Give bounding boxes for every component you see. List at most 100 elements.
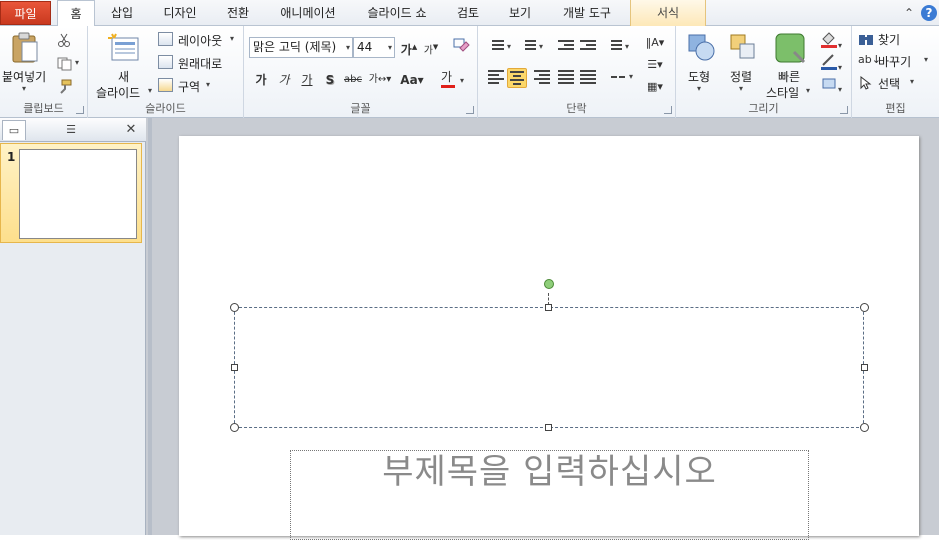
group-clipboard: 붙여넣기 ▾ ▾ 클립보드: [0, 26, 88, 118]
resize-handle-bottom-left[interactable]: [230, 423, 239, 432]
decrease-indent-icon[interactable]: [556, 38, 576, 58]
numbering-icon[interactable]: [518, 38, 538, 58]
shape-effects-icon[interactable]: ▾: [816, 74, 846, 96]
tab-design[interactable]: 디자인: [152, 0, 208, 26]
arrange-button[interactable]: 정렬 ▾: [722, 30, 762, 98]
shape-fill-icon[interactable]: ▾: [816, 30, 846, 52]
tab-insert[interactable]: 삽입: [104, 0, 140, 26]
layout-icon: [158, 32, 173, 46]
bullets-icon[interactable]: [486, 38, 506, 58]
distributed-icon[interactable]: [578, 68, 598, 88]
align-right-icon[interactable]: [532, 68, 552, 88]
quick-styles-button[interactable]: 빠른 스타일 ▾: [764, 30, 816, 100]
resize-handle-bottom[interactable]: [545, 424, 552, 431]
strikethrough-icon[interactable]: abc: [342, 69, 364, 91]
new-slide-button[interactable]: 새 슬라이드 ▾: [92, 30, 152, 100]
slides-pane-header: ▭ ☰ ✕: [0, 118, 146, 142]
paragraph-launcher-icon[interactable]: [664, 106, 672, 114]
italic-icon[interactable]: 가: [273, 69, 295, 91]
resize-handle-top[interactable]: [545, 304, 552, 311]
help-icon[interactable]: ?: [921, 5, 937, 21]
line-spacing-dropdown-icon[interactable]: ▾: [625, 42, 629, 51]
clear-formatting-icon[interactable]: [450, 36, 472, 58]
tab-review[interactable]: 검토: [448, 0, 488, 26]
bold-icon[interactable]: 가: [250, 69, 272, 91]
shapes-dropdown-icon: ▾: [697, 84, 702, 93]
bullets-dropdown-icon[interactable]: ▾: [507, 42, 511, 51]
font-color-icon[interactable]: 가 ▾: [438, 69, 468, 91]
replace-label: 바꾸기: [878, 55, 912, 69]
slides-pane: ▭ ☰ ✕ 1: [0, 118, 146, 535]
rotation-handle[interactable]: [544, 279, 554, 289]
resize-handle-right[interactable]: [861, 364, 868, 371]
title-placeholder[interactable]: [234, 307, 864, 428]
tab-slideshow[interactable]: 슬라이드 쇼: [356, 0, 438, 26]
resize-handle-left[interactable]: [231, 364, 238, 371]
increase-indent-icon[interactable]: [578, 38, 598, 58]
cut-icon[interactable]: [57, 33, 71, 47]
grow-font-icon[interactable]: 가▲: [398, 36, 420, 58]
font-size-dropdown-icon[interactable]: ▾: [388, 38, 392, 57]
numbering-dropdown-icon[interactable]: ▾: [539, 42, 543, 51]
reset-button[interactable]: 원래대로: [158, 55, 238, 73]
slide-thumbnail[interactable]: [19, 149, 137, 239]
outline-tab-icon[interactable]: ☰: [56, 120, 86, 140]
tab-format[interactable]: 서식: [630, 0, 706, 26]
find-label: 찾기: [878, 33, 901, 47]
font-launcher-icon[interactable]: [466, 106, 474, 114]
shadow-icon[interactable]: S: [319, 69, 341, 91]
font-name-dropdown-icon[interactable]: ▾: [346, 38, 350, 57]
find-button[interactable]: 찾기: [858, 31, 936, 49]
paste-button[interactable]: 붙여넣기 ▾: [2, 30, 50, 98]
section-button[interactable]: 구역 ▾: [158, 78, 238, 96]
resize-handle-bottom-right[interactable]: [860, 423, 869, 432]
tab-file[interactable]: 파일: [0, 1, 51, 25]
align-text-icon[interactable]: ☰▾: [644, 54, 666, 76]
subtitle-placeholder[interactable]: 부제목을 입력하십시오: [290, 450, 809, 540]
select-button[interactable]: 선택 ▾: [858, 75, 936, 93]
resize-handle-top-left[interactable]: [230, 303, 239, 312]
align-center-icon[interactable]: [507, 68, 527, 88]
paragraph-group-label: 단락: [566, 102, 587, 115]
tab-home[interactable]: 홈: [57, 0, 95, 27]
underline-icon[interactable]: 가: [296, 69, 318, 91]
font-name-combo[interactable]: 맑은 고딕 (제목) ▾: [249, 37, 353, 58]
font-size-combo[interactable]: 44 ▾: [353, 37, 395, 58]
slide-canvas[interactable]: 부제목을 입력하십시오: [179, 136, 919, 540]
layout-label: 레이아웃: [178, 34, 223, 48]
resize-handle-top-right[interactable]: [860, 303, 869, 312]
shape-outline-icon[interactable]: ▾: [816, 52, 846, 74]
font-group-label: 글꼴: [350, 102, 371, 115]
justify-icon[interactable]: [556, 68, 576, 88]
text-direction-icon[interactable]: ‖A▾: [644, 32, 666, 54]
replace-button[interactable]: ab↓ 바꾸기 ▾: [858, 53, 936, 71]
drawing-launcher-icon[interactable]: [840, 106, 848, 114]
minimize-ribbon-icon[interactable]: ⌃: [901, 5, 917, 21]
select-cursor-icon: [860, 76, 872, 90]
align-left-icon[interactable]: [486, 68, 506, 88]
tab-developer[interactable]: 개발 도구: [552, 0, 622, 26]
character-spacing-icon[interactable]: 가↔▾: [366, 69, 394, 91]
format-painter-icon[interactable]: [57, 79, 73, 95]
paste-dropdown-icon[interactable]: ▾: [22, 84, 26, 93]
slides-tab-icon[interactable]: ▭: [2, 120, 26, 140]
find-icon: [859, 35, 873, 45]
shrink-font-icon[interactable]: 가▼: [420, 36, 442, 58]
clipboard-launcher-icon[interactable]: [76, 106, 84, 114]
convert-smartart-icon[interactable]: ▦▾: [644, 76, 666, 98]
close-pane-icon[interactable]: ✕: [118, 120, 144, 140]
columns-dropdown-icon[interactable]: ▾: [629, 72, 633, 81]
pane-splitter[interactable]: [148, 118, 152, 535]
tab-transitions[interactable]: 전환: [218, 0, 258, 26]
copy-dropdown-icon[interactable]: ▾: [75, 58, 79, 67]
slide-thumbnail-row[interactable]: 1: [0, 143, 142, 243]
tab-animations[interactable]: 애니메이션: [268, 0, 348, 26]
shapes-label: 도형: [688, 70, 711, 84]
columns-icon[interactable]: [610, 68, 630, 88]
layout-button[interactable]: 레이아웃 ▾: [158, 32, 238, 50]
shapes-button[interactable]: 도형 ▾: [680, 30, 720, 98]
line-spacing-icon[interactable]: [604, 38, 624, 58]
copy-icon[interactable]: [57, 57, 73, 71]
tab-view[interactable]: 보기: [500, 0, 540, 26]
change-case-icon[interactable]: Aa▾: [398, 69, 426, 91]
